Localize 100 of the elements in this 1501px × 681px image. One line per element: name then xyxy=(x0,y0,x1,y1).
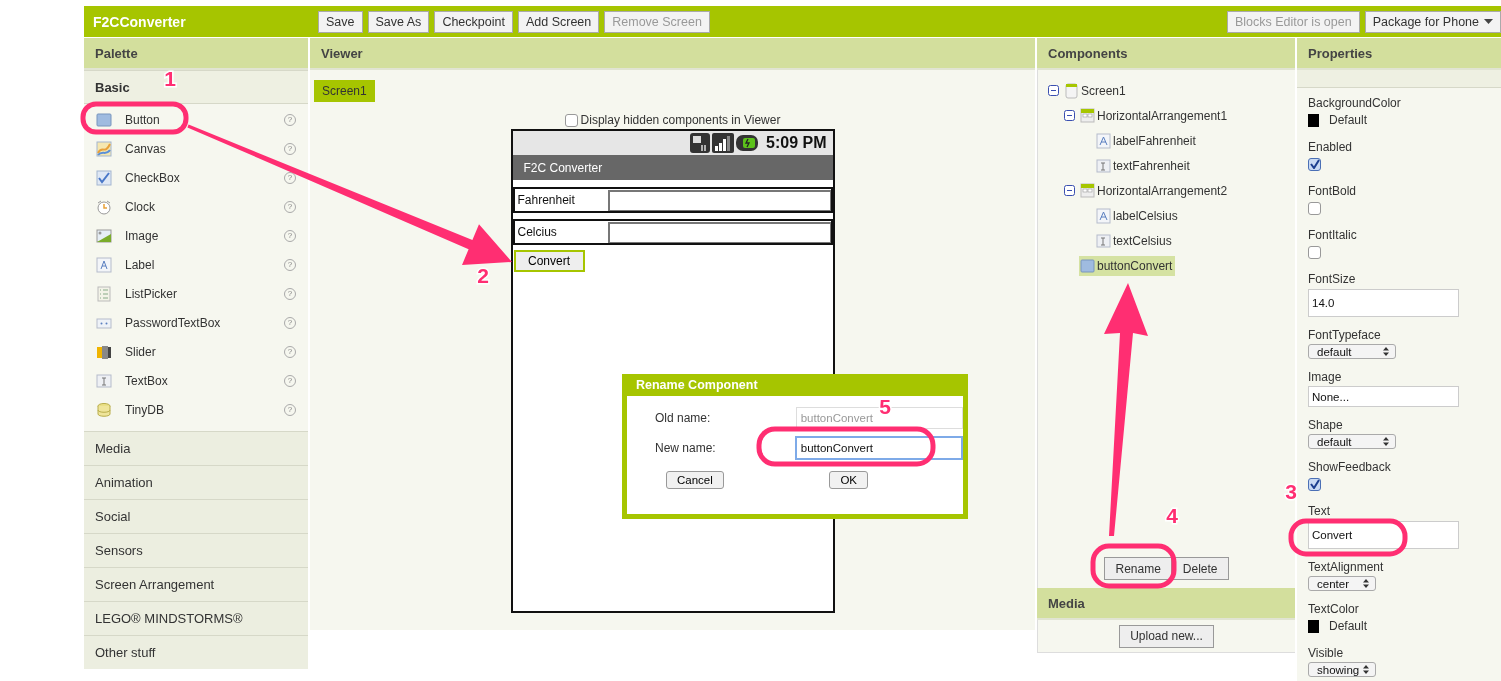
palette-section[interactable]: Animation xyxy=(84,465,308,499)
tree-item[interactable]: HorizontalArrangement2 xyxy=(1079,180,1231,201)
project-title: F2CConverter xyxy=(92,13,187,30)
palette-item[interactable]: PasswordTextBox xyxy=(125,315,221,330)
tree-item[interactable]: labelCelsius xyxy=(1095,205,1181,226)
property-label: FontSize xyxy=(1308,271,1357,287)
tree-item[interactable]: buttonConvert xyxy=(1079,255,1176,276)
property-label: Shape xyxy=(1308,417,1344,433)
toolbar-button[interactable]: Save As xyxy=(367,10,430,33)
dropdown[interactable]: center xyxy=(1308,576,1376,591)
arrangement-icon xyxy=(1080,182,1095,199)
collapse-icon[interactable] xyxy=(1064,185,1075,196)
arrangement-icon xyxy=(1080,107,1095,124)
checkbox[interactable] xyxy=(564,113,578,127)
checkbox[interactable] xyxy=(1308,157,1321,171)
button-icon xyxy=(96,111,112,128)
palette-item[interactable]: Canvas xyxy=(125,141,166,156)
palette-item[interactable]: ListPicker xyxy=(125,286,177,301)
panel-header: Properties xyxy=(1297,38,1501,70)
palette-item[interactable]: Image xyxy=(125,228,159,243)
toolbar-button[interactable]: Checkpoint xyxy=(434,10,513,33)
palette-item[interactable]: Label xyxy=(125,257,155,272)
palette-item[interactable]: TinyDB xyxy=(125,402,164,417)
input-field[interactable] xyxy=(607,221,831,243)
checkbox[interactable] xyxy=(1308,477,1321,491)
checkbox[interactable] xyxy=(1308,245,1321,259)
dialog-button[interactable]: OK xyxy=(829,471,868,489)
property-label: Image xyxy=(1308,369,1343,385)
checkbox-icon xyxy=(96,169,112,186)
tree-item[interactable]: HorizontalArrangement1 xyxy=(1079,105,1231,126)
color-value[interactable]: Default xyxy=(1329,619,1368,633)
property-label: Enabled xyxy=(1308,139,1354,155)
panel-header: Components xyxy=(1037,38,1295,70)
checkbox-label: Display hidden components in Viewer xyxy=(580,113,781,127)
screen-tab[interactable]: Screen1 xyxy=(314,80,375,102)
collapse-icon[interactable] xyxy=(1064,110,1075,121)
asset-picker[interactable]: None... xyxy=(1308,386,1459,407)
collapse-icon[interactable] xyxy=(1048,85,1059,96)
palette-item[interactable]: Slider xyxy=(125,344,156,359)
property-label: BackgroundColor xyxy=(1308,95,1402,111)
dialog-button[interactable]: Cancel xyxy=(666,471,724,489)
caret-icon xyxy=(1484,19,1493,24)
tree-item[interactable]: Screen1 xyxy=(1063,80,1129,101)
palette-item[interactable]: Clock xyxy=(125,199,155,214)
button-icon xyxy=(1080,257,1095,274)
palette-section[interactable]: LEGO® MINDSTORMS® xyxy=(84,601,308,635)
palette-section[interactable]: Sensors xyxy=(84,533,308,567)
input-field[interactable] xyxy=(607,189,831,211)
upload-button[interactable]: Upload new... xyxy=(1119,624,1214,648)
property-label: Visible xyxy=(1308,645,1345,661)
palette-section[interactable]: Media xyxy=(84,431,308,465)
property-label: FontBold xyxy=(1308,183,1358,199)
textbox-icon xyxy=(96,372,112,389)
property-label: FontItalic xyxy=(1308,227,1358,243)
palette-item[interactable]: CheckBox xyxy=(125,170,180,185)
image-icon xyxy=(96,227,112,244)
annotation-number: 1 xyxy=(164,67,176,90)
field-label: Fahrenheit xyxy=(516,193,576,207)
toolbar-button[interactable]: Save xyxy=(318,10,363,33)
toolbar-button[interactable]: Package for Phone xyxy=(1364,10,1501,33)
tree-item[interactable]: labelFahrenheit xyxy=(1095,130,1199,151)
app-title-bar: F2C Converter xyxy=(512,155,833,180)
color-swatch[interactable] xyxy=(1308,113,1319,127)
palette-section[interactable]: Screen Arrangement xyxy=(84,567,308,601)
clock-icon xyxy=(96,198,112,215)
toolbar-button[interactable]: Add Screen xyxy=(517,10,600,33)
new-name-field[interactable]: buttonConvert xyxy=(794,436,963,460)
field-label: New name: xyxy=(654,441,717,455)
listpicker-icon xyxy=(96,285,112,302)
property-label: TextAlignment xyxy=(1308,559,1385,575)
input-field[interactable]: 14.0 xyxy=(1308,289,1459,317)
panel-header: Viewer xyxy=(310,38,1035,70)
palette-item[interactable]: Button xyxy=(125,112,160,127)
component-button[interactable]: Delete xyxy=(1171,557,1229,580)
battery-icon xyxy=(736,135,759,151)
component-button[interactable]: Rename xyxy=(1104,557,1172,580)
property-label: ShowFeedback xyxy=(1308,459,1392,475)
updown-icon xyxy=(1383,437,1389,446)
dropdown[interactable]: default xyxy=(1308,434,1396,449)
label-icon xyxy=(1096,132,1111,149)
palette-section[interactable]: Social xyxy=(84,499,308,533)
panel-header: Media xyxy=(1037,588,1295,620)
canvas-icon xyxy=(96,140,112,157)
palette-item[interactable]: TextBox xyxy=(125,373,168,388)
updown-icon xyxy=(1363,579,1369,588)
tree-item[interactable]: textFahrenheit xyxy=(1095,155,1193,176)
palette-section[interactable]: Other stuff xyxy=(84,635,308,669)
dropdown[interactable]: default xyxy=(1308,344,1396,359)
tree-item[interactable]: textCelsius xyxy=(1095,230,1175,251)
property-label: Text xyxy=(1308,503,1331,519)
color-value[interactable]: Default xyxy=(1329,113,1368,127)
updown-icon xyxy=(1363,665,1369,674)
color-swatch[interactable] xyxy=(1308,619,1319,633)
annotation-number: 2 xyxy=(477,264,489,287)
signal-icon xyxy=(712,133,735,153)
dropdown[interactable]: showing xyxy=(1308,662,1376,677)
checkbox[interactable] xyxy=(1308,201,1321,215)
convert-button[interactable]: Convert xyxy=(513,250,585,272)
property-label: TextColor xyxy=(1308,601,1360,617)
textbox-icon xyxy=(1096,232,1111,249)
